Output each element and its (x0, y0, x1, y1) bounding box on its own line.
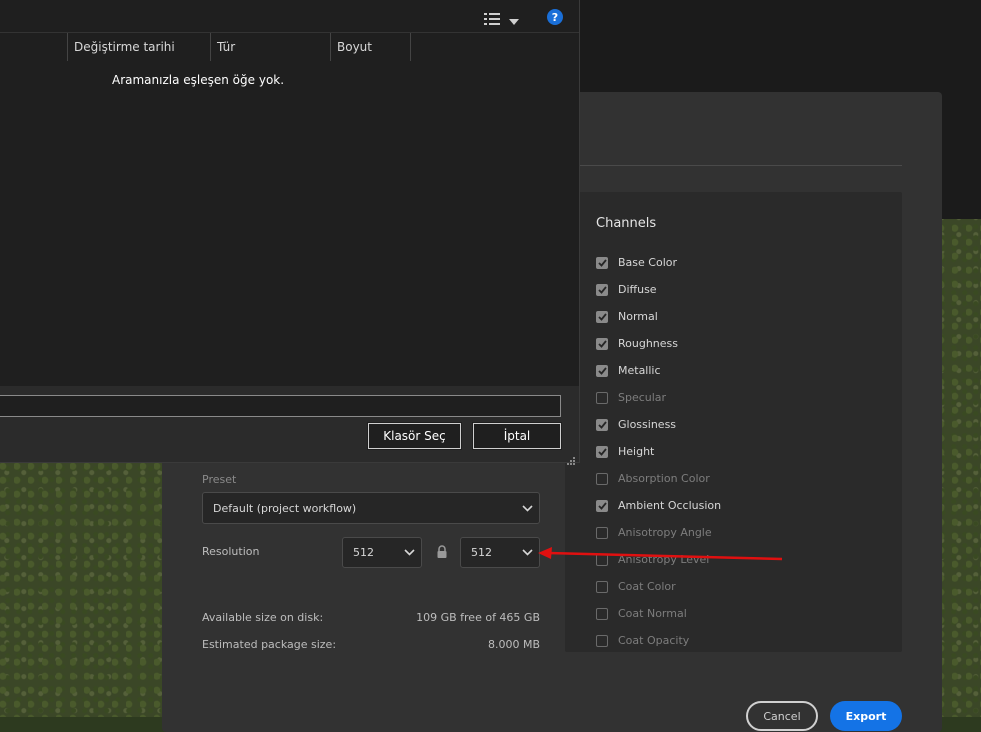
column-header-row: Değiştirme tarihi Tür Boyut (0, 32, 579, 61)
preset-value: Default (project workflow) (213, 501, 357, 515)
help-icon[interactable]: ? (547, 9, 563, 25)
channel-checkbox[interactable] (596, 418, 608, 431)
channel-item[interactable]: Anisotropy Angle (596, 519, 721, 546)
caret-down-icon[interactable] (509, 11, 519, 25)
channel-item[interactable]: Anisotropy Level (596, 546, 721, 573)
channel-item[interactable]: Coat Color (596, 573, 721, 600)
cancel-button[interactable]: Cancel (746, 701, 818, 731)
channel-checkbox[interactable] (596, 580, 608, 593)
disk-space-label: Available size on disk: (202, 611, 324, 624)
channels-list: Base Color Diffuse Normal Roughness Metallic… (596, 249, 721, 654)
channel-item[interactable]: Coat Opacity (596, 627, 721, 654)
column-header-type[interactable]: Tür (210, 33, 330, 61)
resize-grip-icon[interactable] (567, 451, 576, 465)
channel-checkbox[interactable] (596, 472, 608, 485)
column-header-size[interactable]: Boyut (330, 33, 410, 61)
channels-panel: Channels Base Color Diffuse Normal Roughnes… (565, 192, 902, 652)
channel-item[interactable]: Height (596, 438, 721, 465)
select-folder-button[interactable]: Klasör Seç (367, 422, 462, 450)
column-divider (410, 33, 411, 61)
toolbar: ? (0, 0, 579, 32)
resolution-width-dropdown[interactable]: 512 (342, 537, 422, 568)
chevron-down-icon (397, 546, 421, 559)
folder-path-input[interactable] (0, 395, 561, 417)
channel-checkbox[interactable] (596, 526, 608, 539)
folder-picker-dialog: ? Değiştirme tarihi Tür Boyut Aramanızla… (0, 0, 580, 465)
channel-label: Coat Color (618, 580, 676, 593)
dialog-footer: Klasör Seç İptal (0, 386, 579, 465)
channel-item[interactable]: Absorption Color (596, 465, 721, 492)
package-size-label: Estimated package size: (202, 638, 337, 651)
channel-label: Metallic (618, 364, 661, 377)
resolution-height-value: 512 (471, 546, 492, 559)
channel-item[interactable]: Glossiness (596, 411, 721, 438)
disk-space-value: 109 GB free of 465 GB (416, 611, 540, 624)
resolution-width-value: 512 (353, 546, 374, 559)
channel-item[interactable]: Ambient Occlusion (596, 492, 721, 519)
channel-checkbox[interactable] (596, 337, 608, 350)
channel-label: Ambient Occlusion (618, 499, 722, 512)
channel-item[interactable]: Coat Normal (596, 600, 721, 627)
channel-checkbox[interactable] (596, 607, 608, 620)
channel-label: Normal (618, 310, 658, 323)
channel-item[interactable]: Specular (596, 384, 721, 411)
channel-label: Anisotropy Level (618, 553, 710, 566)
channel-label: Glossiness (618, 418, 677, 431)
channel-checkbox[interactable] (596, 445, 608, 458)
channel-label: Roughness (618, 337, 679, 350)
package-size-value: 8.000 MB (487, 638, 540, 651)
chevron-down-icon (515, 502, 539, 515)
channel-label: Coat Opacity (618, 634, 690, 647)
channel-item[interactable]: Diffuse (596, 276, 721, 303)
channel-label: Coat Normal (618, 607, 687, 620)
channel-checkbox[interactable] (596, 283, 608, 296)
channel-item[interactable]: Metallic (596, 357, 721, 384)
channel-checkbox[interactable] (596, 634, 608, 647)
channel-checkbox[interactable] (596, 256, 608, 269)
channel-label: Height (618, 445, 655, 458)
channel-item[interactable]: Normal (596, 303, 721, 330)
export-button[interactable]: Export (830, 701, 902, 731)
channel-item[interactable]: Roughness (596, 330, 721, 357)
channel-checkbox[interactable] (596, 553, 608, 566)
channels-title: Channels (596, 216, 657, 231)
channel-label: Base Color (618, 256, 678, 269)
channel-checkbox[interactable] (596, 310, 608, 323)
resolution-height-dropdown[interactable]: 512 (460, 537, 540, 568)
channel-label: Absorption Color (618, 472, 710, 485)
view-options-icon[interactable] (484, 10, 500, 25)
preset-dropdown[interactable]: Default (project workflow) (202, 492, 540, 524)
empty-results-message: Aramanızla eşleşen öğe yok. (112, 73, 285, 87)
column-header-modified[interactable]: Değiştirme tarihi (67, 33, 210, 61)
preset-label: Preset (202, 473, 237, 486)
cancel-button[interactable]: İptal (472, 422, 562, 450)
lock-icon[interactable] (436, 544, 448, 558)
chevron-down-icon (515, 546, 539, 559)
channel-checkbox[interactable] (596, 391, 608, 404)
channel-checkbox[interactable] (596, 499, 608, 512)
channel-item[interactable]: Base Color (596, 249, 721, 276)
channel-label: Anisotropy Angle (618, 526, 712, 539)
channel-label: Diffuse (618, 283, 657, 296)
resolution-label: Resolution (202, 545, 260, 558)
channel-checkbox[interactable] (596, 364, 608, 377)
channel-label: Specular (618, 391, 667, 404)
